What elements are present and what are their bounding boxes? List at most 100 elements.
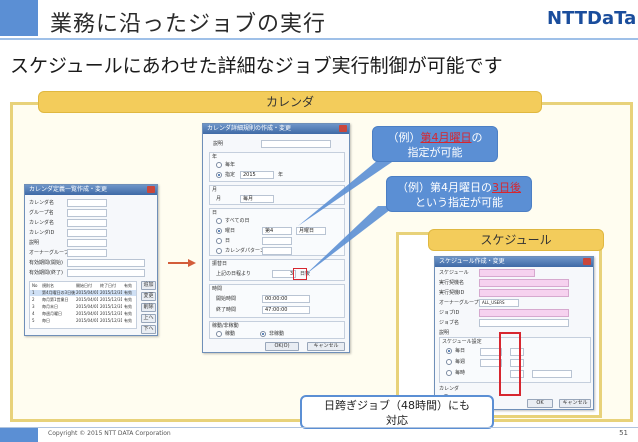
page-number: 51 (619, 429, 628, 437)
title-divider (0, 38, 638, 40)
ok-button[interactable]: OK(O) (265, 342, 299, 351)
schedule-time-select[interactable] (532, 370, 572, 378)
month-select[interactable]: 毎月 (240, 195, 274, 203)
delete-rule-button[interactable]: 削除 (141, 303, 156, 312)
calendar-name-field[interactable] (67, 199, 107, 207)
end-time-label: 終了時間 (216, 307, 237, 313)
radio-label: 毎年 (225, 162, 236, 168)
table-header-cell: 有効 (124, 283, 132, 288)
end-time-input[interactable]: 47:00:00 (262, 306, 310, 314)
week-number-select[interactable]: 第4 (262, 227, 292, 235)
month-group: 月 月 毎月 (209, 185, 345, 205)
start-time-label: 開始時間 (216, 296, 237, 302)
table-cell: 毎日 (42, 318, 50, 323)
weekday-select[interactable]: 月曜日 (296, 227, 326, 235)
table-cell: 有効 (124, 297, 132, 302)
owner-group-value: ALL_USERS (482, 300, 505, 305)
callout-text: （例）第4月曜日の (397, 181, 492, 194)
trigger-id-field[interactable] (479, 289, 569, 297)
table-cell: 5 (32, 318, 35, 323)
year-specified-radio[interactable] (216, 172, 222, 178)
window-title: スケジュール作成・変更 (435, 257, 593, 267)
valid-start-field[interactable] (67, 259, 145, 267)
radio-label: 毎時 (455, 370, 466, 376)
trigger-name-field[interactable] (479, 279, 569, 287)
field-label: オーナーグループ (29, 250, 69, 256)
year-every-radio[interactable] (216, 162, 222, 168)
title-bar: 業務に沿ったジョブの実行 NTTDaTa (0, 0, 638, 40)
move-up-button[interactable]: 上へ (141, 314, 156, 323)
radio-label: 非稼動 (269, 331, 285, 337)
table-cell: 毎月末日 (42, 304, 58, 309)
calendar-pattern-select[interactable] (262, 247, 292, 255)
radio-label: 毎日 (455, 348, 466, 354)
schedule-daily-radio[interactable] (446, 348, 452, 354)
close-icon[interactable] (583, 258, 591, 265)
table-cell: 2015/12/31 (100, 304, 122, 309)
group-label: 時間 (212, 286, 223, 292)
close-icon[interactable] (147, 186, 155, 193)
schedule-weekly-radio[interactable] (446, 359, 452, 365)
hours-highlight-box (499, 332, 521, 396)
day-all-radio[interactable] (216, 218, 222, 224)
calendar-id-field[interactable] (67, 229, 107, 237)
table-cell: 毎週月曜日 (42, 311, 62, 316)
operation-off-radio[interactable] (260, 331, 266, 337)
cancel-button[interactable]: キャンセル (559, 399, 591, 408)
close-icon[interactable] (339, 125, 347, 132)
field-label: ジョブ名 (439, 320, 460, 326)
day-day-radio[interactable] (216, 238, 222, 244)
offset-label: 上記の日程より (216, 271, 251, 277)
cancel-button[interactable]: キャンセル (307, 342, 345, 351)
day-select[interactable] (262, 237, 292, 245)
add-rule-button[interactable]: 追加 (141, 281, 156, 290)
table-cell: 4 (32, 311, 35, 316)
schedule-name-field[interactable] (479, 269, 535, 277)
description-field[interactable] (67, 239, 107, 247)
callout-text: の (471, 131, 483, 144)
table-cell: 2015/04/01 (76, 304, 98, 309)
field-label: 説明 (29, 240, 40, 246)
month-label: 月 (216, 196, 222, 202)
footer-divider (0, 427, 638, 428)
owner-group-select[interactable]: ALL_USERS (479, 299, 519, 307)
edit-rule-button[interactable]: 変更 (141, 292, 156, 301)
year-input[interactable]: 2015 (240, 171, 274, 179)
week-number-value: 第4 (265, 228, 274, 234)
group-label: 振替日 (212, 261, 228, 267)
field-label: グループ名 (29, 210, 54, 216)
schedule-hourly-radio[interactable] (446, 370, 452, 376)
calendar-name2-field[interactable] (67, 219, 107, 227)
day-calendar-pattern-radio[interactable] (216, 248, 222, 254)
callout-text: （例） (387, 131, 421, 144)
valid-end-field[interactable] (67, 269, 145, 277)
callout-fourth-monday: （例）第4月曜日の 指定が可能 (372, 126, 498, 162)
table-cell: 3 (32, 304, 35, 309)
ok-button[interactable]: OK (527, 399, 553, 408)
move-down-button[interactable]: 下へ (141, 325, 156, 334)
start-time-input[interactable]: 00:00:00 (262, 295, 310, 303)
start-time-value: 00:00:00 (265, 296, 288, 302)
copyright-text: Copyright © 2015 NTT DATA Corporation (48, 430, 171, 437)
job-id-field[interactable] (479, 309, 569, 317)
year-unit-label: 年 (278, 172, 284, 178)
day-weekday-radio[interactable] (216, 228, 222, 234)
field-label: オーナーグループ (439, 300, 479, 306)
table-header-cell: 終了日付 (100, 283, 116, 288)
table-cell: 有効 (124, 318, 132, 323)
callout-text: 対応 (386, 414, 408, 427)
group-label: 日 (212, 210, 218, 216)
calendar-rule-window: カレンダ詳細規則の作成・変更 説明 年 毎年 指定 2015 年 月 月 毎月 … (202, 123, 350, 353)
operation-on-radio[interactable] (216, 331, 222, 337)
job-name-field[interactable] (479, 319, 569, 327)
owner-group-field[interactable] (67, 249, 107, 257)
field-label: 有効期間(開始) (29, 260, 63, 266)
field-label: 実行契機ID (439, 290, 465, 296)
description-label: 説明 (213, 141, 224, 147)
radio-label: 曜日 (225, 228, 236, 234)
group-field[interactable] (67, 209, 107, 217)
table-cell: 2 (32, 297, 35, 302)
description-input[interactable] (261, 140, 331, 148)
table-cell: 2015/12/31 (100, 318, 122, 323)
offset-group: 振替日 上記の日程より 3 日後 (209, 259, 345, 281)
